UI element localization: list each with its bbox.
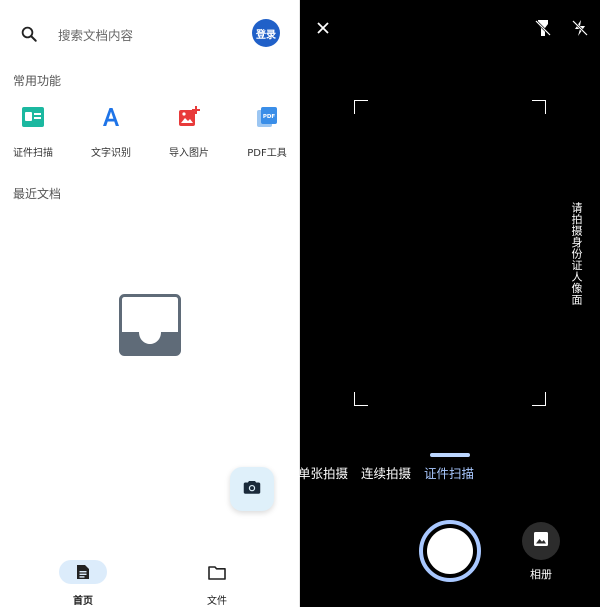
document-icon bbox=[59, 560, 107, 584]
image-add-icon bbox=[176, 104, 202, 130]
pdf-icon: PDF bbox=[254, 104, 280, 130]
search-icon[interactable] bbox=[18, 23, 40, 45]
capture-hint: 请拍摄身份证人像面 bbox=[570, 202, 583, 306]
mode-indicator bbox=[430, 453, 470, 457]
album-button[interactable] bbox=[522, 522, 560, 560]
function-label: 证件扫描 bbox=[13, 148, 53, 159]
frame-corner-bottom-left bbox=[354, 392, 368, 406]
search-placeholder[interactable]: 搜索文档内容 bbox=[58, 25, 133, 44]
close-icon[interactable] bbox=[313, 18, 333, 38]
camera-fab[interactable] bbox=[230, 467, 274, 511]
search-bar[interactable]: 搜索文档内容 bbox=[18, 18, 280, 50]
function-text-recognition[interactable]: 文字识别 bbox=[81, 104, 141, 159]
nav-label: 首页 bbox=[73, 596, 93, 607]
login-button[interactable]: 登录 bbox=[252, 19, 280, 47]
flashlight-off-icon[interactable] bbox=[533, 18, 553, 38]
capture-mode-selector: 单张拍摄 连续拍摄 证件扫描 bbox=[298, 463, 598, 481]
nav-label: 文件 bbox=[207, 596, 227, 607]
function-pdf-tools[interactable]: PDF PDF工具 bbox=[237, 104, 297, 159]
shutter-button[interactable] bbox=[419, 520, 481, 582]
function-id-scan[interactable]: 证件扫描 bbox=[3, 104, 63, 159]
function-row: 证件扫描 文字识别 导入图片 PDF PDF工具 bbox=[0, 104, 300, 166]
frame-corner-top-left bbox=[354, 100, 368, 114]
mode-single[interactable]: 单张拍摄 bbox=[298, 463, 348, 482]
svg-text:PDF: PDF bbox=[263, 114, 276, 120]
function-label: 导入图片 bbox=[169, 148, 209, 159]
bottom-navigation: 首页 文件 bbox=[0, 552, 300, 607]
recent-documents-title: 最近文档 bbox=[13, 187, 62, 201]
shutter-inner bbox=[427, 528, 473, 574]
frame-corner-bottom-right bbox=[532, 392, 546, 406]
flash-off-icon[interactable] bbox=[570, 18, 590, 38]
function-import-image[interactable]: 导入图片 bbox=[159, 104, 219, 159]
mode-continuous[interactable]: 连续拍摄 bbox=[361, 463, 411, 482]
gallery-icon bbox=[533, 531, 549, 551]
camera-screen: 请拍摄身份证人像面 单张拍摄 连续拍摄 证件扫描 相册 bbox=[298, 0, 600, 607]
id-card-icon bbox=[20, 104, 46, 130]
text-a-icon bbox=[98, 104, 124, 130]
mode-id-scan[interactable]: 证件扫描 bbox=[424, 463, 474, 482]
album-label: 相册 bbox=[530, 568, 552, 581]
function-label: 文字识别 bbox=[91, 148, 131, 159]
camera-icon bbox=[243, 479, 261, 499]
common-functions-title: 常用功能 bbox=[13, 74, 62, 88]
function-label: PDF工具 bbox=[247, 148, 287, 159]
home-screen: 搜索文档内容 登录 常用功能 证件扫描 文字识别 导入图片 PDF PDF工具 … bbox=[0, 0, 300, 607]
nav-home[interactable]: 首页 bbox=[53, 560, 113, 607]
folder-icon bbox=[193, 560, 241, 584]
nav-files[interactable]: 文件 bbox=[187, 560, 247, 607]
empty-inbox-icon bbox=[119, 294, 181, 356]
frame-corner-top-right bbox=[532, 100, 546, 114]
